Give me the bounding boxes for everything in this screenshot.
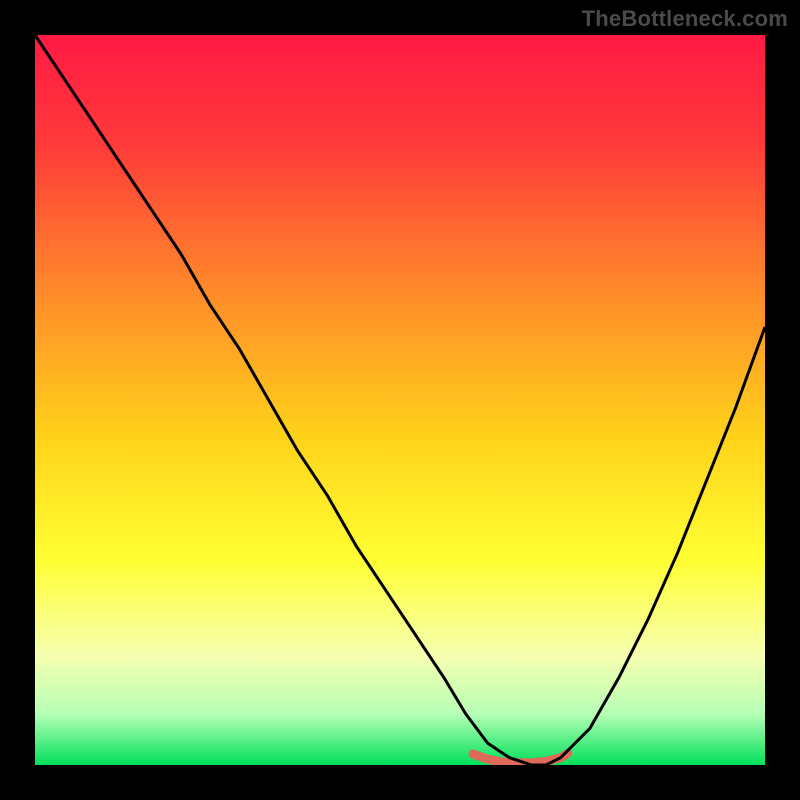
chart-frame: [35, 35, 765, 765]
gradient-background: [35, 35, 765, 765]
bottleneck-chart: [35, 35, 765, 765]
watermark-text: TheBottleneck.com: [582, 6, 788, 32]
